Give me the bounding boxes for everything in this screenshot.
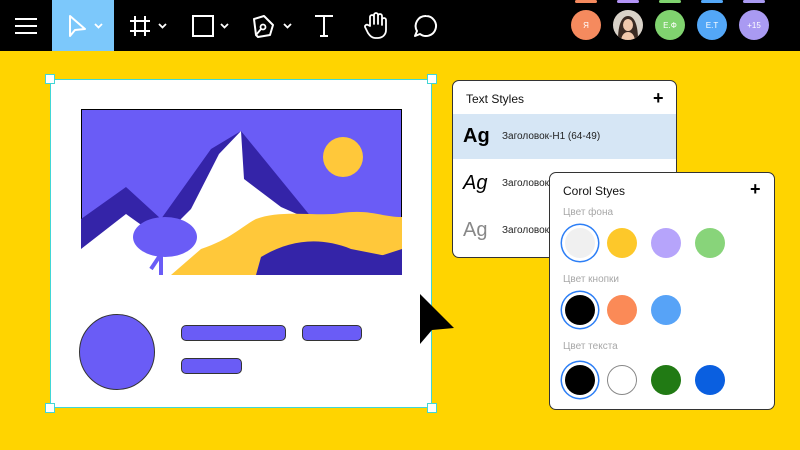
section-label-background: Цвет фона [563,207,614,218]
frame-hash-icon [130,15,167,36]
color-swatch[interactable] [695,365,725,395]
section-label-button: Цвет кнопки [563,274,620,285]
color-styles-panel: Corol Styes + Цвет фона Цвет кнопки Цвет… [549,172,775,410]
color-styles-title: Corol Styes [563,184,626,198]
text-style-sample: Ag [463,125,490,147]
pen-tool-button[interactable] [244,0,296,51]
placeholder-text-bar [181,358,242,374]
section-label-text: Цвет текста [563,341,618,352]
cursor-arrow-icon [69,14,103,37]
text-style-name: Заголовок [502,225,550,236]
color-swatch[interactable] [651,228,681,258]
top-toolbar: Я Е.Ф Е.Т +15 [0,0,800,51]
resize-handle-top-right[interactable] [427,74,437,84]
color-swatch[interactable] [695,228,725,258]
avatar-placeholder-circle [79,314,155,390]
placeholder-text-bar [181,325,286,341]
text-style-sample: Ag [463,219,488,241]
color-swatch[interactable] [607,295,637,325]
color-swatch[interactable] [651,365,681,395]
resize-handle-top-left[interactable] [45,74,55,84]
resize-handle-bottom-left[interactable] [45,403,55,413]
frame-tool-button[interactable] [126,0,172,51]
more-users-badge[interactable]: +15 [739,10,769,40]
color-swatch[interactable] [651,295,681,325]
avatar-photo[interactable] [613,10,643,40]
pen-tool-icon [253,14,292,38]
text-styles-title: Text Styles [466,92,525,106]
hand-tool-button[interactable] [360,0,392,51]
comment-tool-button[interactable] [410,0,442,51]
resize-handle-bottom-right[interactable] [427,403,437,413]
avatar-initials: Е.Т [705,20,719,30]
color-swatch[interactable] [565,295,595,325]
user-color-bar [617,0,639,3]
placeholder-text-bar [302,325,362,341]
avatar-user[interactable]: Е.Т [697,10,727,40]
color-swatch[interactable] [565,365,595,395]
avatar-initials: Я [583,20,589,30]
menu-button[interactable] [0,0,52,51]
text-style-sample: Ag [463,172,488,194]
user-color-bar [575,0,597,3]
text-style-row[interactable]: Ag Заголовок-Н1 (64-49) [453,114,676,159]
add-text-style-button[interactable]: + [653,89,664,107]
color-swatch[interactable] [607,228,637,258]
color-swatch[interactable] [607,365,637,395]
mouse-cursor-icon [420,294,454,344]
text-tool-button[interactable] [310,0,338,51]
text-style-name: Заголовок [502,178,550,189]
design-frame[interactable] [50,79,432,408]
add-color-style-button[interactable]: + [750,180,761,198]
text-tool-icon [315,14,333,37]
avatar-initials: Е.Ф [663,20,677,30]
user-color-bar [659,0,681,3]
move-tool-button[interactable] [52,0,114,51]
avatar-user[interactable]: Я [571,10,601,40]
text-style-name: Заголовок-Н1 (64-49) [502,131,601,142]
color-swatch[interactable] [565,228,595,258]
hand-icon [364,11,387,39]
comment-bubble-icon [414,14,437,37]
rectangle-icon [192,14,229,37]
user-color-bar [701,0,723,3]
user-color-bar [743,0,765,3]
shape-tool-button[interactable] [184,0,232,51]
hamburger-menu-icon [15,17,37,34]
landscape-illustration [81,109,402,275]
more-users-count: +15 [747,20,761,30]
person-photo-icon [613,10,643,40]
avatar-user[interactable]: Е.Ф [655,10,685,40]
